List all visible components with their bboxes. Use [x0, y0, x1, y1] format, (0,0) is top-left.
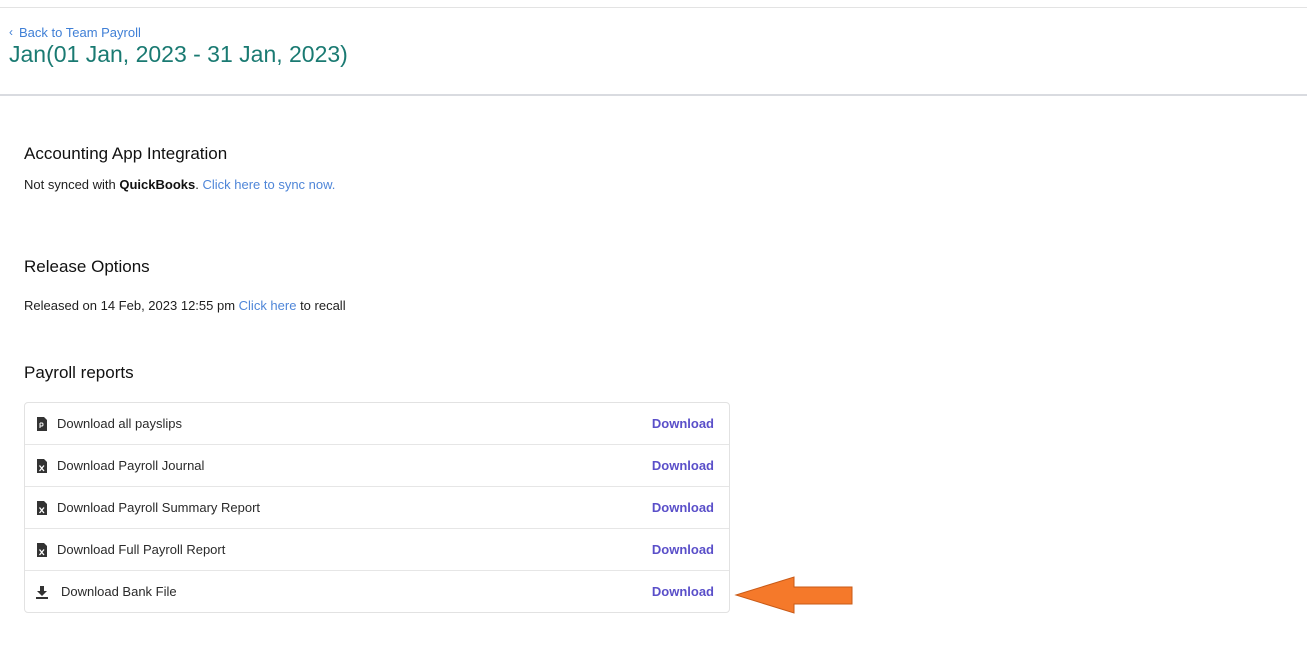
release-section-title: Release Options — [24, 257, 150, 276]
quickbooks-name: QuickBooks — [119, 177, 196, 192]
header-divider — [0, 94, 1307, 96]
orange-arrow-annotation — [734, 576, 853, 614]
recall-link[interactable]: Click here — [239, 298, 297, 313]
reports-list: Download all payslips Download Download … — [24, 402, 730, 613]
top-divider — [0, 7, 1307, 8]
report-row-journal: Download Payroll Journal Download — [25, 445, 729, 487]
release-status-prefix: Released on 14 Feb, 2023 12:55 pm — [24, 298, 239, 313]
sync-status-prefix: Not synced with — [24, 177, 120, 192]
pdf-file-icon — [37, 416, 47, 431]
report-label: Download Bank File — [61, 584, 177, 599]
release-status: Released on 14 Feb, 2023 12:55 pm Click … — [24, 298, 346, 313]
report-label: Download all payslips — [57, 416, 183, 431]
download-button[interactable]: Download — [652, 542, 714, 557]
excel-file-icon — [37, 500, 47, 515]
report-row-bank-file: Download Bank File Download — [25, 571, 729, 612]
report-label: Download Payroll Summary Report — [57, 500, 261, 515]
sync-status: Not synced with QuickBooks. Click here t… — [24, 177, 335, 192]
back-link[interactable]: ‹ Back to Team Payroll — [9, 25, 141, 40]
accounting-section-title: Accounting App Integration — [24, 144, 228, 163]
download-icon — [36, 585, 48, 599]
download-button[interactable]: Download — [652, 500, 714, 515]
page-title: Jan(01 Jan, 2023 - 31 Jan, 2023) — [9, 41, 348, 67]
report-row-summary: Download Payroll Summary Report Download — [25, 487, 729, 529]
report-label: Download Payroll Journal — [57, 458, 205, 473]
report-label: Download Full Payroll Report — [57, 542, 226, 557]
report-row-payslips: Download all payslips Download — [25, 403, 729, 445]
excel-file-icon — [37, 458, 47, 473]
download-button[interactable]: Download — [652, 584, 714, 599]
report-row-full: Download Full Payroll Report Download — [25, 529, 729, 571]
release-status-suffix: to recall — [296, 298, 346, 313]
excel-file-icon — [37, 542, 47, 557]
download-button[interactable]: Download — [652, 458, 714, 473]
sync-now-link[interactable]: Click here to sync now. — [202, 177, 335, 192]
back-link-label: Back to Team Payroll — [19, 25, 141, 40]
chevron-left-icon: ‹ — [9, 24, 13, 39]
reports-section-title: Payroll reports — [24, 363, 134, 382]
download-button[interactable]: Download — [652, 416, 714, 431]
